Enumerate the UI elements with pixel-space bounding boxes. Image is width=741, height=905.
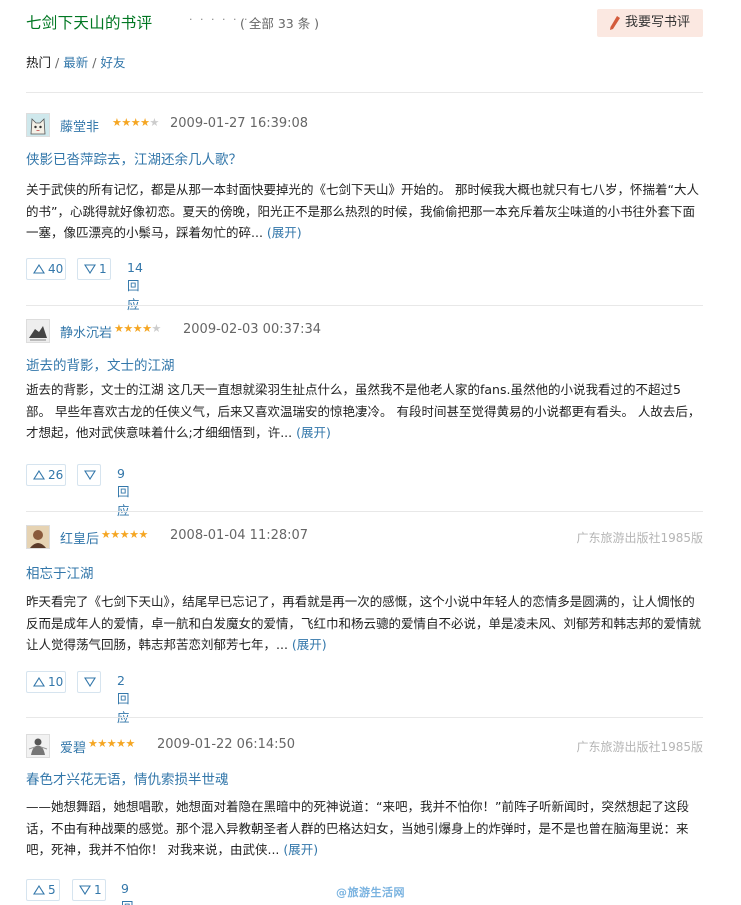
review-item: 红皇后 ★★★★★ 2008-01-04 11:28:07 广东旅游出版社198… [26, 525, 703, 725]
avatar[interactable] [26, 113, 50, 137]
review-excerpt: 逝去的背影，文士的江湖 这几天一直想就梁羽生扯点什么，虽然我不是他老人家的fan… [26, 382, 701, 440]
review-date: 2009-01-22 06:14:50 [157, 737, 296, 752]
downvote-count: 1 [94, 883, 102, 897]
page-title: 七剑下天山的书评 [26, 14, 153, 32]
review-body: 关于武侠的所有记忆，都是从那一本封面快要掉光的《七剑下天山》开始的。 那时候我大… [26, 179, 703, 244]
arrow-up-icon [33, 885, 45, 895]
write-review-label: 我要写书评 [625, 15, 691, 30]
review-title[interactable]: 逝去的背影，文士的江湖 [26, 354, 175, 374]
divider [26, 717, 703, 718]
arrow-down-icon [84, 470, 96, 480]
review-date: 2008-01-04 11:28:07 [170, 528, 309, 543]
tab-separator: / [92, 55, 97, 70]
review-date: 2009-01-27 16:39:08 [170, 116, 309, 131]
cat-avatar-icon [27, 114, 49, 136]
review-excerpt: ——她想舞蹈，她想唱歌，她想面对着隐在黑暗中的死神说道：“来吧，我并不怕你！”前… [26, 799, 689, 857]
review-item: 爱碧 ★★★★★ 2009-01-22 06:14:50 广东旅游出版社1985… [26, 734, 703, 905]
divider [26, 305, 703, 306]
rating-stars: ★★★★★ [112, 116, 159, 129]
tab-separator: / [55, 55, 60, 70]
review-body: ——她想舞蹈，她想唱歌，她想面对着隐在黑暗中的死神说道：“来吧，我并不怕你！”前… [26, 796, 703, 861]
avatar[interactable] [26, 734, 50, 758]
divider [26, 92, 703, 93]
tab-latest[interactable]: 最新 [63, 55, 88, 70]
arrow-down-icon [79, 885, 91, 895]
arrow-up-icon [33, 677, 45, 687]
review-date: 2009-02-03 00:37:34 [183, 322, 322, 337]
rock-avatar-icon [27, 320, 49, 342]
downvote-button[interactable]: 1 [77, 258, 111, 280]
review-item: 藤堂非 ★★★★★ 2009-01-27 16:39:08 侠影已沓萍踪去，江湖… [26, 113, 703, 312]
review-excerpt: 昨天看完了《七剑下天山》，结尾早已忘记了，再看就是再一次的感慨，这个小说中年轻人… [26, 594, 702, 652]
upvote-count: 40 [48, 262, 64, 276]
downvote-button[interactable] [77, 464, 101, 486]
tab-friends[interactable]: 好友 [100, 55, 125, 70]
review-author[interactable]: 藤堂非 [60, 116, 99, 135]
expand-link[interactable]: (展开) [283, 842, 318, 857]
rating-stars: ★★★★★ [101, 528, 148, 541]
edition-label[interactable]: 广东旅游出版社1985版 [576, 738, 703, 755]
review-body: 逝去的背影，文士的江湖 这几天一直想就梁羽生扯点什么，虽然我不是他老人家的fan… [26, 379, 703, 444]
review-title[interactable]: 春色才兴花无语，情仇索损半世魂 [26, 768, 229, 788]
rating-stars: ★★★★★ [88, 737, 135, 750]
upvote-count: 5 [48, 883, 56, 897]
write-review-button[interactable]: 我要写书评 [597, 9, 703, 37]
expand-link[interactable]: (展开) [267, 225, 302, 240]
arrow-down-icon [84, 677, 96, 687]
upvote-count: 26 [48, 468, 64, 482]
downvote-button[interactable] [77, 671, 101, 693]
portrait-avatar-icon [27, 526, 49, 548]
rating-stars: ★★★★★ [114, 322, 161, 335]
upvote-button[interactable]: 26 [26, 464, 66, 486]
avatar[interactable] [26, 525, 50, 549]
review-body: 昨天看完了《七剑下天山》，结尾早已忘记了，再看就是再一次的感慨，这个小说中年轻人… [26, 591, 703, 656]
divider [26, 511, 703, 512]
arrow-up-icon [33, 470, 45, 480]
review-author[interactable]: 红皇后 [60, 528, 99, 547]
expand-link[interactable]: (展开) [292, 637, 327, 652]
review-title[interactable]: 侠影已沓萍踪去，江湖还余几人歌？ [26, 148, 242, 168]
review-count[interactable]: ( 全部 33 条 ) [240, 13, 319, 32]
arrow-down-icon [84, 264, 96, 274]
tab-hot[interactable]: 热门 [26, 55, 51, 70]
header: 七剑下天山的书评 · · · · · · ( 全部 33 条 ) 我要写书评 [26, 8, 703, 38]
review-author[interactable]: 静水沉岩 [60, 322, 112, 341]
replies-link[interactable]: 2回应 [117, 673, 130, 726]
upvote-button[interactable]: 40 [26, 258, 66, 280]
edition-label[interactable]: 广东旅游出版社1985版 [576, 529, 703, 546]
review-item: 静水沉岩 ★★★★★ 2009-02-03 00:37:34 逝去的背影，文士的… [26, 319, 703, 518]
downvote-count: 1 [99, 262, 107, 276]
expand-link[interactable]: (展开) [296, 425, 331, 440]
pencil-icon [610, 16, 620, 30]
arrow-up-icon [33, 264, 45, 274]
upvote-button[interactable]: 5 [26, 879, 60, 901]
review-excerpt: 关于武侠的所有记忆，都是从那一本封面快要掉光的《七剑下天山》开始的。 那时候我大… [26, 182, 699, 240]
sort-tabs: 热门 / 最新 / 好友 [26, 52, 125, 71]
upvote-count: 10 [48, 675, 64, 689]
watermark: @旅游生活网 [336, 886, 405, 899]
review-author[interactable]: 爱碧 [60, 737, 86, 756]
replies-link[interactable]: 9回应 [121, 881, 134, 905]
figure-avatar-icon [27, 735, 49, 757]
downvote-button[interactable]: 1 [72, 879, 106, 901]
avatar[interactable] [26, 319, 50, 343]
review-title[interactable]: 相忘于江湖 [26, 562, 94, 582]
upvote-button[interactable]: 10 [26, 671, 66, 693]
